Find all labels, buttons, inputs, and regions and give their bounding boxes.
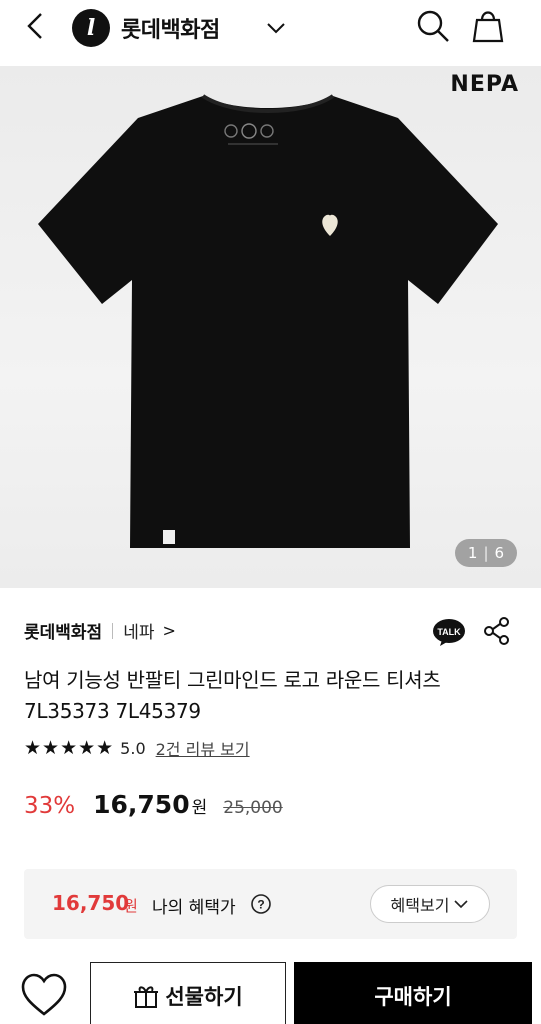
review-link[interactable]: 2건 리뷰 보기 xyxy=(156,736,250,760)
brand-link[interactable]: 네파 xyxy=(123,618,154,643)
store-name: 롯데백화점 xyxy=(24,623,103,643)
buy-button[interactable]: 구매하기 xyxy=(294,962,532,1024)
benefit-price-box: 16,750 원 나의 혜택가 ? 혜택보기 xyxy=(24,869,517,939)
counter-current: 1 xyxy=(467,544,478,562)
benefit-price-unit: 원 xyxy=(124,897,138,915)
original-price: 25,000 xyxy=(223,798,283,818)
svg-text:?: ? xyxy=(257,898,264,912)
discount-rate: 33% xyxy=(24,793,76,819)
search-icon[interactable] xyxy=(415,8,451,44)
store-brand-row: 롯데백화점 네파 > xyxy=(24,618,176,643)
price-unit: 원 xyxy=(191,798,208,818)
talk-label: TALK xyxy=(437,627,461,637)
chevron-down-icon xyxy=(454,900,469,909)
counter-total: 6 xyxy=(494,544,505,562)
help-icon[interactable]: ? xyxy=(250,893,272,915)
divider xyxy=(112,622,114,639)
view-benefits-label: 혜택보기 xyxy=(390,896,450,915)
counter-separator: | xyxy=(483,544,489,562)
rating-score: 5.0 xyxy=(120,738,146,758)
star-rating-icon: ★★★★★ xyxy=(24,737,115,759)
share-icon[interactable] xyxy=(482,616,512,646)
view-benefits-button[interactable]: 혜택보기 xyxy=(370,885,490,923)
gift-icon xyxy=(134,986,159,1008)
brand-arrow[interactable]: > xyxy=(162,621,175,640)
mall-title[interactable]: 롯데백화점 xyxy=(121,12,220,44)
heart-wishlist-icon[interactable] xyxy=(20,972,68,1018)
image-counter: 1 | 6 xyxy=(455,539,517,567)
shopping-bag-icon[interactable] xyxy=(470,8,506,44)
chevron-down-icon[interactable] xyxy=(264,16,288,40)
sale-price: 16,750 xyxy=(93,790,190,819)
tshirt-image xyxy=(38,94,498,548)
gift-button[interactable]: 선물하기 xyxy=(90,962,286,1024)
price-row: 33% 16,750 원 25,000 xyxy=(24,790,283,819)
back-arrow-icon[interactable] xyxy=(20,10,52,42)
logo-letter: l xyxy=(86,15,96,41)
lotte-logo-icon[interactable]: l xyxy=(72,9,110,47)
rating-row: ★★★★★ 5.0 2건 리뷰 보기 xyxy=(24,736,250,760)
benefit-label: 나의 혜택가 xyxy=(152,898,236,918)
product-image-carousel[interactable]: NEPA 1 | 6 xyxy=(0,66,541,588)
talk-chat-icon[interactable]: TALK xyxy=(432,618,466,646)
benefit-price: 16,750 xyxy=(52,891,130,915)
gift-label: 선물하기 xyxy=(165,985,243,1009)
product-title: 남여 기능성 반팔티 그린마인드 로고 라운드 티셔츠 7L35373 7L45… xyxy=(24,668,441,723)
top-header: l 롯데백화점 xyxy=(0,0,541,66)
